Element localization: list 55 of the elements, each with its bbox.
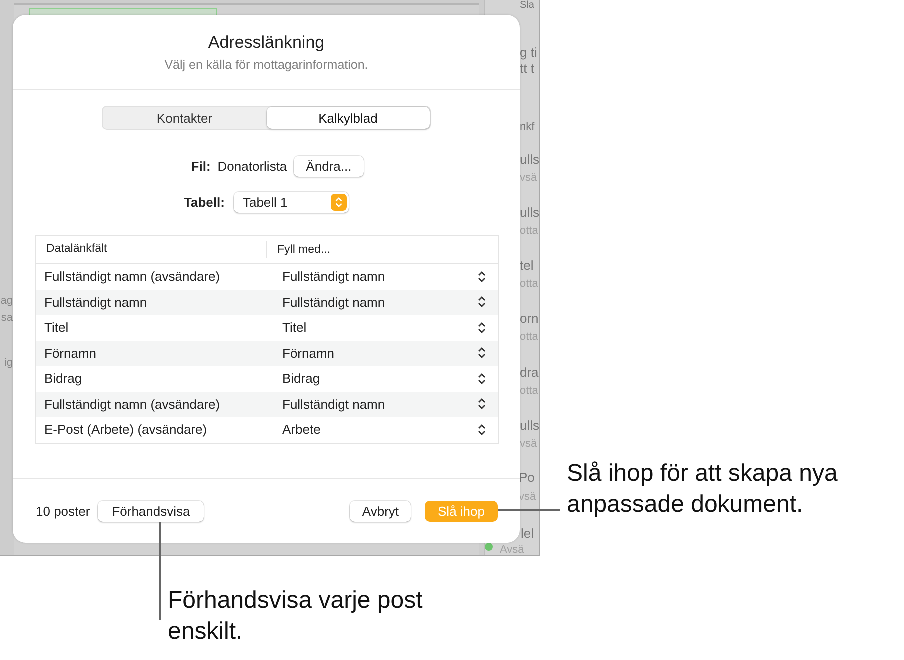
text-fragment: orn (520, 311, 539, 326)
text-fragment: nkf (520, 121, 535, 133)
fill-dropdown[interactable]: Förnamn (266, 346, 498, 361)
text-fragment: tel (520, 258, 534, 273)
source-tab[interactable]: Kalkylblad (266, 107, 430, 129)
text-fragment: Po (519, 470, 535, 485)
stepper-icon (478, 398, 486, 410)
column-header: Datalänkfält (36, 241, 266, 258)
dialog-subtitle: Välj en källa för mottagarinformation. (164, 58, 368, 72)
callout-text: Förhandsvisa varje post enskilt. (168, 586, 424, 647)
field-label: Fil: (191, 159, 211, 174)
table-dropdown[interactable]: Tabell 1 (234, 192, 349, 213)
table-cell-text: Förnamn (44, 346, 98, 361)
text-fragment: g ti (520, 45, 538, 60)
stepper-icon (478, 296, 486, 308)
text-fragment: Sla (520, 0, 534, 11)
field-label: Tabell: (184, 195, 225, 210)
text-fragment: lel (521, 526, 534, 541)
cancel-button[interactable]: Avbryt (350, 500, 412, 522)
table-cell-text: Titel (44, 320, 70, 336)
dialog-title: Adresslänkning (208, 33, 325, 53)
source-tab[interactable]: Kontakter (103, 107, 266, 129)
stepper-icon (478, 347, 486, 360)
fill-dropdown[interactable]: Titel (266, 320, 498, 336)
table-cell-text: Fullständigt namn (avsändare) (44, 269, 222, 284)
column-header: Fyll med... (276, 244, 331, 256)
dropdown-stepper-icon (330, 194, 347, 211)
text-fragment: tt t (520, 61, 534, 76)
text-fragment: ig (4, 357, 13, 371)
fill-dropdown[interactable]: Bidrag (266, 371, 498, 386)
fill-dropdown[interactable]: Fullständigt namn (266, 269, 498, 284)
table-cell-text: Fullständigt namn (avsändare) (44, 396, 222, 412)
table-cell-text: Fullständigt namn (44, 294, 148, 310)
leader-line (498, 509, 560, 511)
status-dot (485, 543, 493, 551)
file-name: Donatorlista (218, 159, 288, 174)
stepper-icon (478, 322, 486, 334)
text-fragment: ag (0, 295, 13, 309)
text-fragment: ulls (520, 205, 540, 220)
text-fragment: ulls (520, 418, 540, 433)
table-cell-text: Bidrag (44, 371, 84, 386)
callout-text: Slå ihop för att skapa nya anpassade dokument. (567, 459, 839, 520)
fill-dropdown[interactable]: Fullständigt namn (266, 396, 498, 412)
stepper-icon (478, 372, 486, 385)
table-cell-text: E-Post (Arbete) (avsändare) (44, 422, 208, 438)
stepper-icon (478, 270, 486, 283)
text-fragment: ulls (520, 152, 540, 167)
text-fragment: dra (520, 365, 539, 380)
text-fragment: sa (1, 312, 13, 326)
preview-button[interactable]: Förhandsvisa (98, 500, 204, 522)
fill-dropdown[interactable]: Arbete (266, 422, 498, 438)
record-count: 10 poster (36, 504, 90, 518)
change-button[interactable]: Ändra... (294, 156, 364, 177)
fill-dropdown[interactable]: Fullständigt namn (266, 294, 498, 310)
stepper-icon (478, 424, 486, 436)
